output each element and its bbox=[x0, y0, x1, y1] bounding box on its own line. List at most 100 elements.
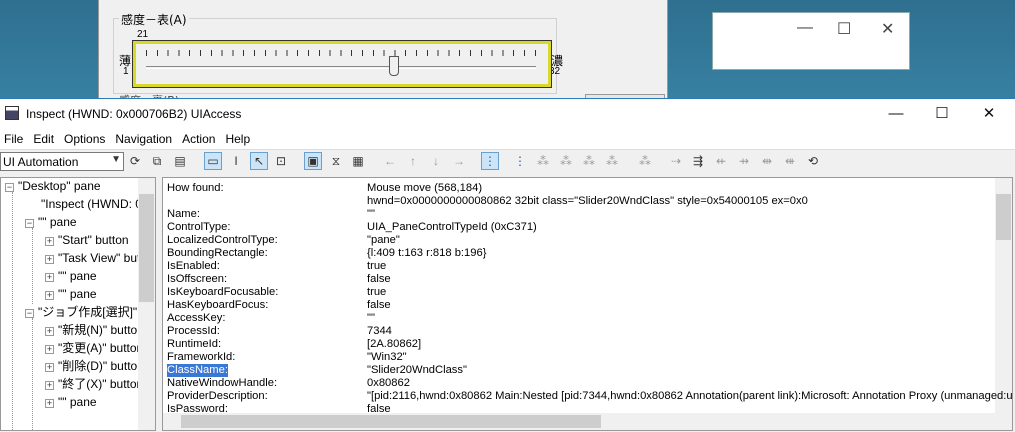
expand-icon[interactable]: + bbox=[45, 291, 54, 300]
properties-hscroll-thumb[interactable] bbox=[181, 415, 601, 428]
tree-item[interactable]: + "新規(N)" button bbox=[45, 322, 144, 340]
collapse-icon[interactable]: − bbox=[25, 219, 34, 228]
action-scroll-icon[interactable]: ⇺ bbox=[782, 153, 798, 169]
tree-item-label: "" pane bbox=[58, 287, 97, 301]
maximize-button[interactable]: ☐ bbox=[919, 103, 965, 125]
show-text-icon[interactable]: ▦ bbox=[350, 153, 366, 169]
properties-vscrollbar[interactable] bbox=[995, 178, 1012, 414]
watch-caret-icon[interactable]: I bbox=[228, 153, 244, 169]
slider-ticks bbox=[146, 50, 536, 56]
nav-prev-sibling-icon[interactable]: ⁂ bbox=[581, 153, 597, 169]
sensitivity-slider[interactable] bbox=[132, 40, 552, 88]
properties-hscrollbar[interactable] bbox=[163, 413, 995, 430]
element-tree[interactable]: −"Desktop" pane "Inspect (HWND: 0x000706… bbox=[0, 177, 156, 431]
action-collapse-icon[interactable]: ⇷ bbox=[713, 153, 729, 169]
expand-icon[interactable]: + bbox=[45, 237, 54, 246]
bg-close-icon[interactable]: ✕ bbox=[881, 19, 894, 39]
nav-parent-icon[interactable]: ⋮ bbox=[512, 153, 528, 169]
collapse-icon[interactable]: − bbox=[5, 183, 14, 192]
collapse-icon[interactable]: − bbox=[25, 309, 34, 318]
action-refresh-icon[interactable]: ⟲ bbox=[805, 153, 821, 169]
copy-icon[interactable]: ⧉ bbox=[149, 153, 165, 169]
tree-item[interactable]: + "削除(D)" button bbox=[45, 358, 144, 376]
tree-item[interactable]: + "" pane bbox=[45, 394, 97, 412]
mode-select[interactable]: UI Automation ▼ bbox=[0, 152, 124, 171]
tree-scrollbar-thumb[interactable] bbox=[139, 194, 154, 302]
property-name: FrameworkId: bbox=[167, 351, 236, 363]
tree-item-label: "終了(X)" button bbox=[58, 377, 144, 391]
menu-help[interactable]: Help bbox=[221, 129, 256, 146]
property-value: "Slider20WndClass" bbox=[367, 364, 467, 376]
sensitivity-front-label: 感度－表(A) bbox=[119, 11, 189, 28]
expand-icon[interactable]: + bbox=[45, 327, 54, 336]
tree-item-label: "新規(N)" button bbox=[58, 323, 144, 337]
tree-item[interactable]: −"ジョブ作成[選択]" window bbox=[25, 304, 155, 322]
property-name: RuntimeId: bbox=[167, 338, 222, 350]
tree-item[interactable]: + "Start" button bbox=[45, 232, 129, 250]
nav-first-child-icon[interactable]: ⁂ bbox=[535, 153, 551, 169]
expand-icon[interactable]: + bbox=[45, 255, 54, 264]
property-name: IsEnabled: bbox=[167, 260, 220, 272]
property-value: "pane" bbox=[367, 234, 400, 246]
nav-last-child-icon[interactable]: ⁂ bbox=[604, 153, 620, 169]
property-name: IsOffscreen: bbox=[167, 273, 228, 285]
bg-minimize-icon[interactable]: — bbox=[797, 19, 813, 37]
property-value: 7344 bbox=[367, 325, 392, 337]
action-toggle-icon[interactable]: ⇹ bbox=[759, 153, 775, 169]
tree-item[interactable]: + "" pane bbox=[45, 286, 97, 304]
tree-scrollbar[interactable] bbox=[138, 178, 155, 430]
menu-navigation[interactable]: Navigation bbox=[111, 129, 178, 146]
properties-vscroll-thumb[interactable] bbox=[996, 194, 1011, 240]
nav-down-icon[interactable]: ↓ bbox=[428, 153, 444, 169]
tree-item-label: "" pane bbox=[58, 395, 97, 409]
slider-thumb[interactable] bbox=[389, 56, 399, 76]
highlight-rect-icon[interactable]: ▣ bbox=[304, 152, 322, 170]
property-name: ControlType: bbox=[167, 221, 231, 233]
property-name: AccessKey: bbox=[167, 312, 226, 324]
menu-action[interactable]: Action bbox=[178, 129, 221, 146]
action-expand-icon[interactable]: ⇶ bbox=[690, 153, 706, 169]
nav-up-icon[interactable]: ↑ bbox=[405, 153, 421, 169]
watch-focus-icon[interactable]: ▭ bbox=[204, 152, 222, 170]
action-invoke-icon[interactable]: ⇢ bbox=[668, 153, 684, 169]
expand-icon[interactable]: + bbox=[45, 399, 54, 408]
tree-view-icon[interactable]: ⋮ bbox=[481, 152, 499, 170]
watch-tooltip-icon[interactable]: ⊡ bbox=[273, 153, 289, 169]
tree-item[interactable]: + "終了(X)" button bbox=[45, 376, 143, 394]
bg-maximize-icon[interactable]: ☐ bbox=[837, 19, 851, 39]
tree-item[interactable]: − "" pane bbox=[25, 214, 77, 232]
title-bar[interactable]: Inspect (HWND: 0x000706B2) UIAccess — ☐ … bbox=[0, 99, 1015, 129]
tree-item-label: "変更(A)" button bbox=[58, 341, 144, 355]
refresh-icon[interactable]: ⟳ bbox=[127, 153, 143, 169]
menu-bar: File Edit Options Navigation Action Help bbox=[0, 129, 1015, 149]
tree-item[interactable]: − "Desktop" pane bbox=[5, 178, 101, 196]
menu-file[interactable]: File bbox=[0, 129, 29, 146]
show-hidden-icon[interactable]: ⧖ bbox=[328, 153, 344, 169]
properties-pane[interactable]: How found: Mouse move (568,184) hwnd=0x000… bbox=[162, 177, 1013, 431]
tree-item[interactable]: + "" pane bbox=[45, 268, 97, 286]
expand-icon[interactable]: + bbox=[45, 381, 54, 390]
background-dialog: 感度－表(A) 21 薄 1 濃 32 感度－裏(B) bbox=[98, 0, 668, 107]
property-value: 0x80862 bbox=[367, 377, 410, 389]
property-name: BoundingRectangle: bbox=[167, 247, 268, 259]
action-select-icon[interactable]: ⇸ bbox=[736, 153, 752, 169]
toolbar: UI Automation ▼ ⟳ ⧉ ▤ ▭ I ↖ ⊡ ▣ ⧖ ▦ ← ↑ … bbox=[0, 149, 1015, 173]
nav-next-sibling-icon[interactable]: ⁂ bbox=[558, 153, 574, 169]
nav-root-icon[interactable]: ⁂ bbox=[637, 153, 653, 169]
expand-icon[interactable]: + bbox=[45, 345, 54, 354]
property-value: "Win32" bbox=[367, 351, 407, 363]
menu-edit[interactable]: Edit bbox=[29, 129, 60, 146]
watch-cursor-icon[interactable]: ↖ bbox=[250, 152, 268, 170]
minimize-button[interactable]: — bbox=[873, 103, 919, 125]
tree-item[interactable]: + "変更(A)" button bbox=[45, 340, 143, 358]
expand-icon[interactable]: + bbox=[45, 363, 54, 372]
properties-icon[interactable]: ▤ bbox=[172, 153, 188, 169]
scroll-corner bbox=[995, 413, 1012, 430]
close-button[interactable]: ✕ bbox=[966, 103, 1012, 125]
expand-icon[interactable]: + bbox=[45, 273, 54, 282]
property-name: ClassName: bbox=[167, 364, 228, 377]
tree-item-label: "Desktop" pane bbox=[18, 179, 101, 193]
nav-left-icon[interactable]: ← bbox=[382, 153, 398, 169]
menu-options[interactable]: Options bbox=[60, 129, 111, 146]
nav-right-icon[interactable]: → bbox=[451, 153, 467, 169]
